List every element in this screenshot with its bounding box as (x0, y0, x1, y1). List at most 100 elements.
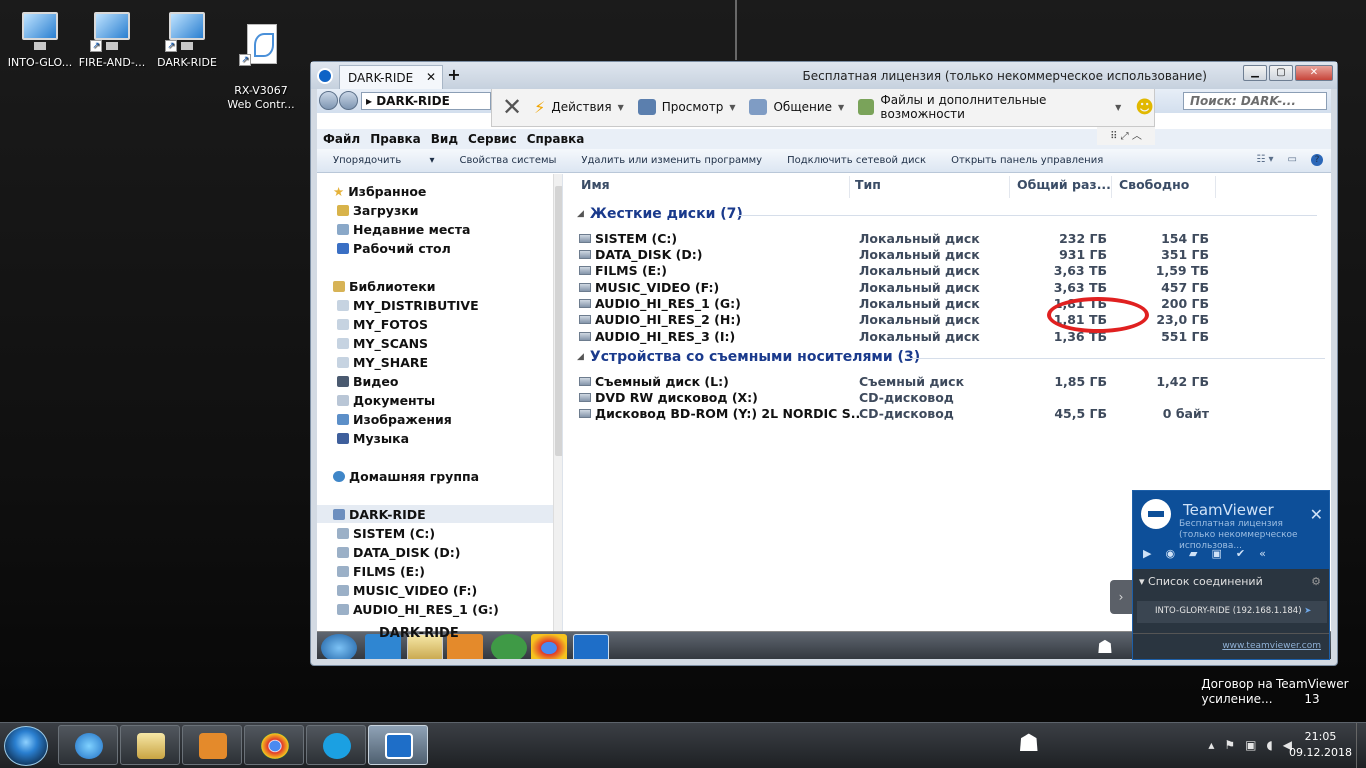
nav-library-item[interactable]: MY_DISTRIBUTIVE (337, 296, 479, 314)
remote-start-button[interactable] (321, 634, 357, 659)
taskbar-chrome[interactable] (244, 725, 304, 765)
group-removable[interactable]: ◢ Устройства со съемными носителями (3) (577, 349, 1325, 365)
toolbar-collapse-controls[interactable]: ⠿ ⤢ ︿ (1097, 127, 1155, 145)
column-total[interactable]: Общий раз... (1017, 177, 1111, 192)
system-tray[interactable]: ▴⚑▣◖◀ (1208, 738, 1302, 752)
remote-teamviewer-icon[interactable] (573, 634, 609, 659)
nav-recent-places[interactable]: Недавние места (337, 220, 470, 238)
table-row[interactable]: SISTEM (C:) Локальный диск 232 ГБ 154 ГБ (579, 230, 1319, 246)
fox-tray-icon[interactable]: ☗ (1018, 729, 1040, 757)
table-row[interactable]: AUDIO_HI_RES_2 (H:) Локальный диск 1,81 … (579, 311, 1319, 327)
search-input[interactable]: Поиск: DARK-... (1183, 92, 1327, 110)
table-row[interactable]: Дисковод BD-ROM (Y:) 2L NORDIC S... CD-д… (579, 405, 1319, 421)
scrollbar-thumb[interactable] (555, 186, 562, 456)
column-free[interactable]: Свободно (1119, 177, 1189, 192)
desktop-icon-teamviewer[interactable]: TeamViewer 13 (1276, 677, 1349, 707)
column-name[interactable]: Имя (581, 177, 610, 192)
nav-drive[interactable]: AUDIO_HI_RES_1 (G:) (337, 600, 499, 618)
uninstall-program-button[interactable]: Удалить или изменить программу (581, 155, 762, 166)
nav-drive[interactable]: FILMS (E:) (337, 562, 425, 580)
panel-expand-handle[interactable]: › (1110, 580, 1132, 614)
remote-chrome-icon[interactable] (531, 634, 567, 659)
taskbar-media-player[interactable] (182, 725, 242, 765)
minimize-button[interactable]: ▁ (1243, 65, 1267, 81)
computer-icon (18, 10, 62, 52)
view-options-icon[interactable]: ☷ ▾ (1256, 154, 1273, 166)
menu-file[interactable]: Файл (323, 132, 360, 146)
table-row[interactable]: DATA_DISK (D:) Локальный диск 931 ГБ 351… (579, 246, 1319, 262)
table-row[interactable]: Съемный диск (L:) Съемный диск 1,85 ГБ 1… (579, 373, 1319, 389)
open-control-panel-button[interactable]: Открыть панель управления (951, 155, 1103, 166)
desktop-icon-fire-and[interactable]: ↗ FIRE-AND-... (72, 10, 152, 70)
menu-service[interactable]: Сервис (468, 132, 517, 146)
table-row[interactable]: FILMS (E:) Локальный диск 3,63 ТБ 1,59 Т… (579, 262, 1319, 278)
column-type[interactable]: Тип (855, 177, 881, 192)
taskbar-ie[interactable] (58, 725, 118, 765)
connection-item[interactable]: INTO-GLORY-RIDE (192.168.1.184) ➤ (1137, 601, 1327, 623)
nav-drive[interactable]: DATA_DISK (D:) (337, 543, 460, 561)
desktop-icon-rx-v3067[interactable]: ↗ RX-V3067 Web Contr... (221, 10, 301, 126)
tab-dark-ride[interactable]: DARK-RIDE ✕ (339, 65, 443, 89)
nav-library-item[interactable]: Изображения (337, 410, 452, 428)
close-tab-icon[interactable]: ✕ (426, 70, 436, 84)
table-row[interactable]: AUDIO_HI_RES_3 (I:) Локальный диск 1,36 … (579, 328, 1319, 344)
menu-view[interactable]: Вид (431, 132, 458, 146)
teamviewer-link[interactable]: www.teamviewer.com (1222, 641, 1321, 651)
nav-drive[interactable]: MUSIC_VIDEO (F:) (337, 581, 477, 599)
nav-library-item[interactable]: Музыка (337, 429, 409, 447)
new-tab-button[interactable]: + (445, 66, 463, 84)
remote-tray-fox-icon[interactable]: ☗ (1097, 637, 1113, 658)
nav-libraries[interactable]: Библиотеки (333, 277, 435, 295)
menu-help[interactable]: Справка (527, 132, 585, 146)
connection-list-header[interactable]: ▾ Список соединений ⚙ (1133, 575, 1329, 588)
nav-downloads[interactable]: Загрузки (337, 201, 418, 219)
view-menu[interactable]: Просмотр ▼ (637, 99, 735, 115)
nav-drive[interactable]: SISTEM (C:) (337, 524, 435, 542)
files-menu[interactable]: Файлы и дополнительные возможности ▼ (858, 93, 1121, 121)
nav-homegroup[interactable]: Домашняя группа (333, 467, 479, 485)
desktop-icon-dark-ride[interactable]: ↗ DARK-RIDE (147, 10, 227, 70)
close-button[interactable]: ✕ (1295, 65, 1333, 81)
gear-icon[interactable]: ⚙ (1311, 575, 1321, 588)
communicate-menu[interactable]: Общение ▼ (749, 99, 844, 115)
show-desktop-button[interactable] (1356, 723, 1366, 768)
help-icon[interactable]: ? (1311, 154, 1323, 166)
nav-library-item[interactable]: MY_SCANS (337, 334, 428, 352)
close-session-icon[interactable]: ✕ (502, 93, 522, 121)
taskbar-skype[interactable] (306, 725, 366, 765)
table-row[interactable]: DVD RW дисковод (X:) CD-дисковод (579, 389, 1319, 405)
nav-scrollbar[interactable] (553, 174, 562, 644)
nav-library-item[interactable]: Документы (337, 391, 435, 409)
start-button[interactable] (4, 726, 48, 766)
map-network-drive-button[interactable]: Подключить сетевой диск (787, 155, 926, 166)
preview-pane-icon[interactable]: ▭ (1288, 154, 1297, 166)
table-row[interactable]: AUDIO_HI_RES_1 (G:) Локальный диск 1,81 … (579, 295, 1319, 311)
nav-library-item[interactable]: MY_SHARE (337, 353, 428, 371)
maximize-button[interactable]: ▢ (1269, 65, 1293, 81)
nav-favorites[interactable]: ★ Избранное (333, 182, 426, 200)
forward-button[interactable] (339, 91, 358, 110)
organize-button[interactable]: Упорядочить ▾ (333, 155, 434, 166)
clock[interactable]: 21:05 09.12.2018 (1289, 729, 1352, 761)
taskbar-teamviewer[interactable] (368, 725, 428, 765)
group-hard-disks[interactable]: ◢ Жесткие диски (7) (577, 206, 1317, 222)
back-button[interactable] (319, 91, 338, 110)
nav-library-item[interactable]: MY_FOTOS (337, 315, 428, 333)
nav-library-item[interactable]: Видео (337, 372, 398, 390)
menu-edit[interactable]: Правка (370, 132, 421, 146)
smiley-icon[interactable]: ☻ (1135, 97, 1154, 118)
desktop-icon-contract[interactable]: Договор на усиление... (1200, 677, 1274, 707)
collapse-icon[interactable]: ◢ (577, 352, 584, 362)
taskbar-explorer[interactable] (120, 725, 180, 765)
remote-network-icon[interactable] (491, 634, 527, 659)
address-field[interactable]: ▸ DARK-RIDE (361, 92, 491, 110)
teamviewer-panel-actions[interactable]: ▶◉▰▣✔« (1143, 547, 1280, 560)
desktop-icon-into-glory[interactable]: INTO-GLO... (0, 10, 80, 70)
nav-computer[interactable]: DARK-RIDE (333, 505, 426, 523)
table-row[interactable]: MUSIC_VIDEO (F:) Локальный диск 3,63 ТБ … (579, 279, 1319, 295)
close-icon[interactable]: ✕ (1310, 505, 1323, 524)
actions-menu[interactable]: ⚡ Действия ▼ (534, 98, 624, 117)
collapse-icon[interactable]: ◢ (577, 209, 584, 219)
system-properties-button[interactable]: Свойства системы (459, 155, 556, 166)
nav-desktop[interactable]: Рабочий стол (337, 239, 451, 257)
